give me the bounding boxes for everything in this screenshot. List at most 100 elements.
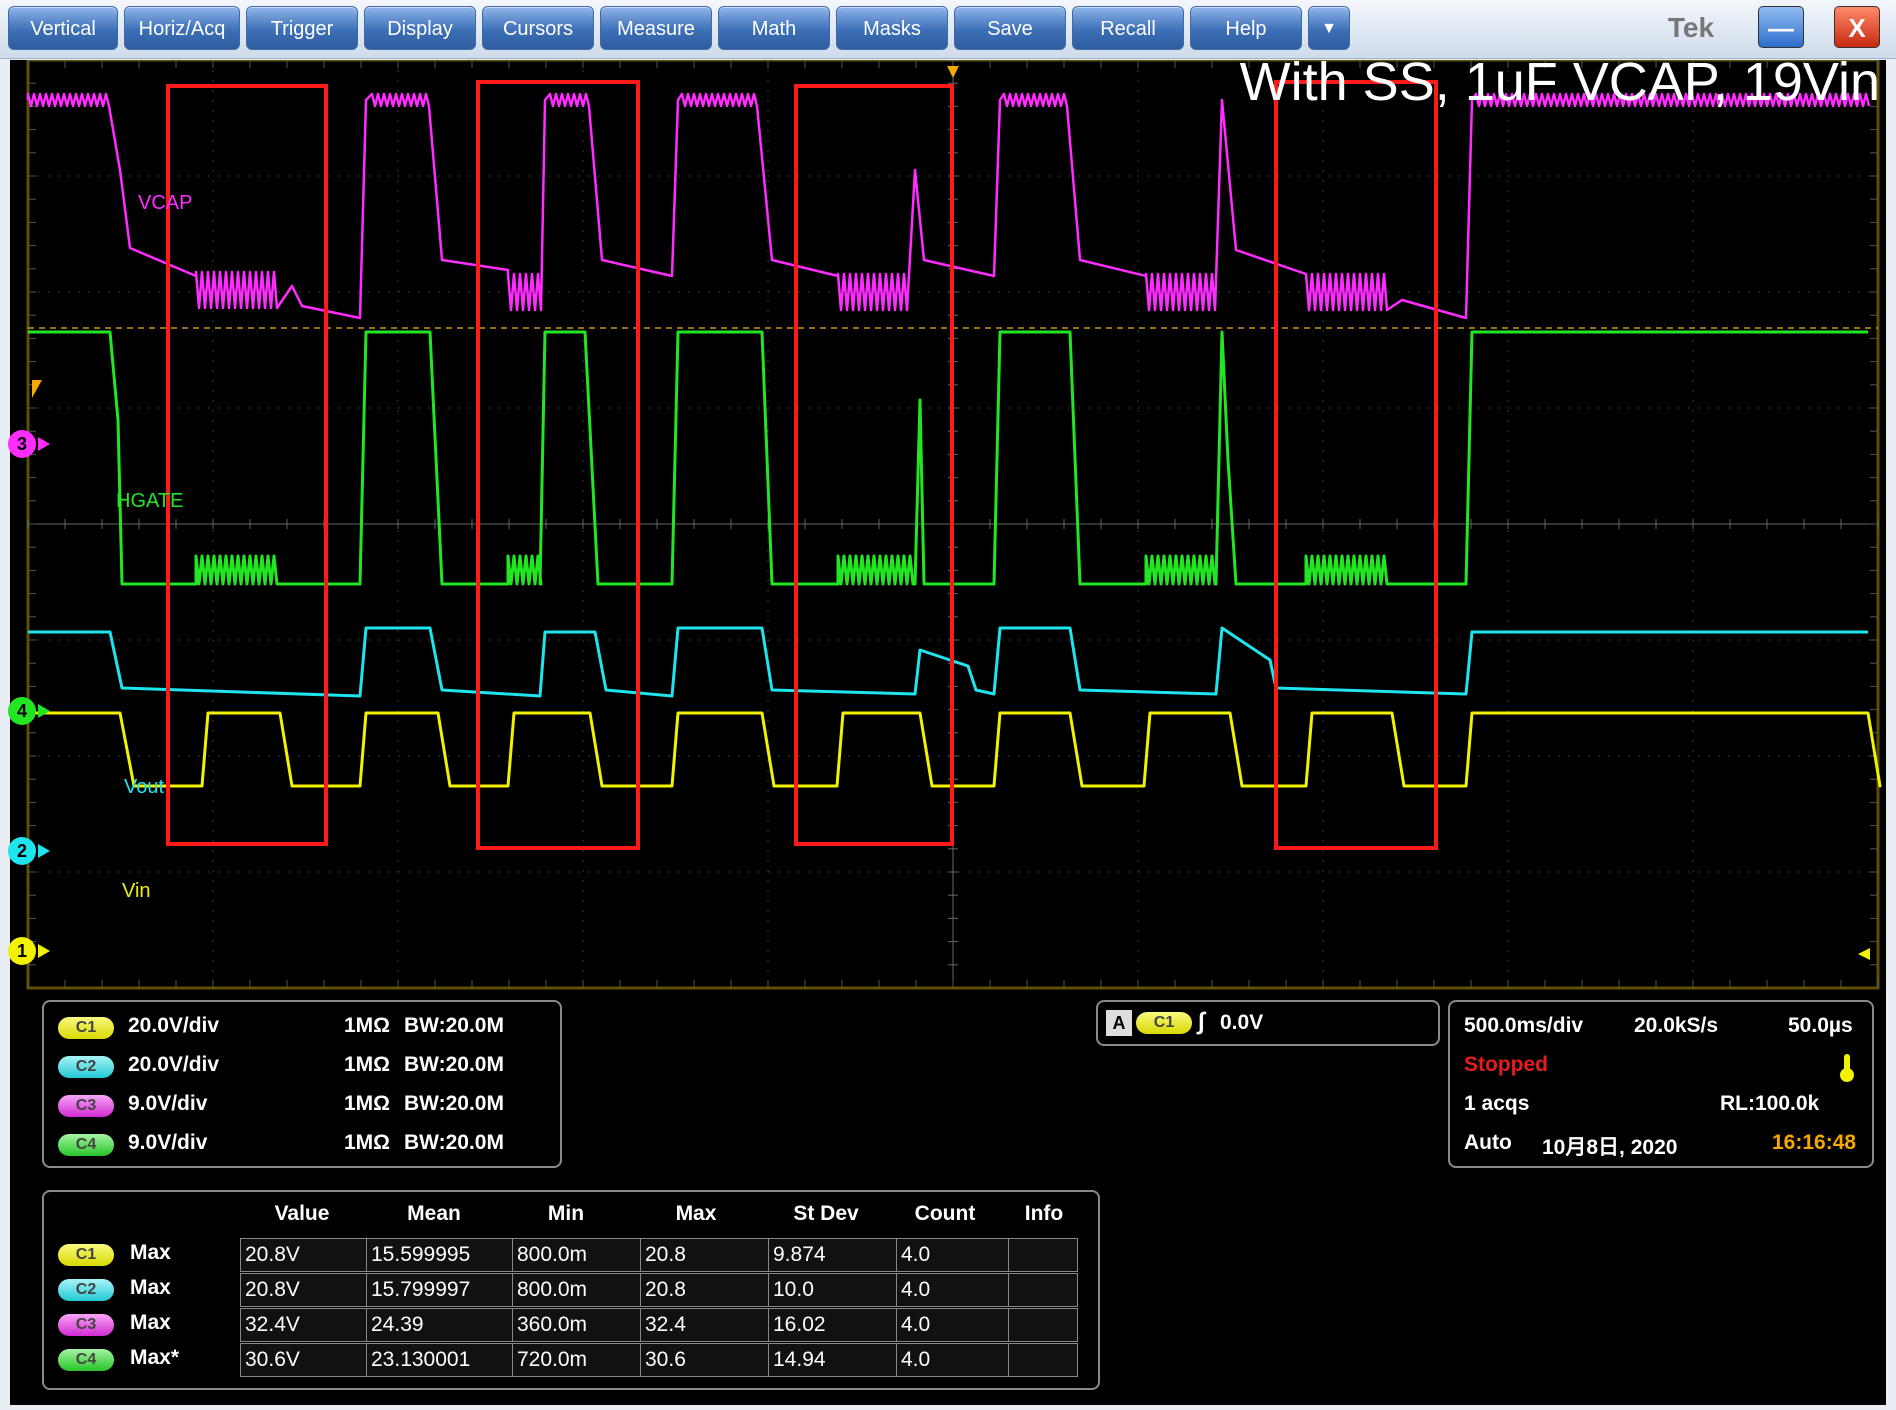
meas-cell: 9.874	[768, 1238, 898, 1272]
menu-masks[interactable]: Masks	[836, 6, 948, 50]
menu-dropdown-button[interactable]: ▼	[1308, 6, 1350, 50]
vout-label: Vout	[124, 776, 165, 798]
timebase: 500.0ms/div	[1464, 1014, 1584, 1037]
col-max: Max	[675, 1202, 717, 1225]
col-count: Count	[914, 1202, 976, 1225]
meas-cell: 15.799997	[366, 1273, 514, 1307]
meas-cell: 30.6	[640, 1343, 770, 1377]
meas-cell: 4.0	[896, 1343, 1010, 1377]
ch4-marker-arrow-icon	[38, 704, 50, 718]
time-resolution: 50.0µs	[1788, 1014, 1853, 1037]
ch2-scale[interactable]: 20.0V/div	[128, 1053, 219, 1077]
menu-save[interactable]: Save	[954, 6, 1066, 50]
meas-cell: 30.6V	[240, 1343, 368, 1377]
ch2-marker[interactable]: 2	[8, 837, 36, 865]
acquisition-panel[interactable]: 500.0ms/div 20.0kS/s 50.0µs Stopped 1 ac…	[1448, 1000, 1874, 1168]
meas-row-type: Max	[130, 1241, 171, 1264]
col-value: Value	[274, 1202, 330, 1225]
ch4-scale[interactable]: 9.0V/div	[128, 1131, 207, 1155]
menu-measure[interactable]: Measure	[600, 6, 712, 50]
acquisition-count: 1 acqs	[1464, 1092, 1530, 1115]
ch2-marker-arrow-icon	[38, 844, 50, 858]
trigger-mode-badge: A	[1106, 1010, 1132, 1036]
meas-cell: 720.0m	[512, 1343, 642, 1377]
ch3-marker-arrow-icon	[38, 437, 50, 451]
meas-row-chip[interactable]: C1	[58, 1244, 114, 1266]
menu-vertical[interactable]: Vertical	[8, 6, 118, 50]
ch3-marker[interactable]: 3	[8, 430, 36, 458]
meas-row-type: Max	[130, 1311, 171, 1334]
ch1-scale[interactable]: 20.0V/div	[128, 1014, 219, 1038]
meas-cell: 4.0	[896, 1273, 1010, 1307]
ch3-chip[interactable]: C3	[58, 1095, 114, 1117]
ch1-bandwidth: BW:20.0M	[404, 1014, 504, 1037]
meas-cell: 32.4	[640, 1308, 770, 1342]
menu-help[interactable]: Help	[1190, 6, 1302, 50]
hgate-label: HGATE	[116, 490, 184, 512]
meas-row-chip[interactable]: C2	[58, 1279, 114, 1301]
col-info: Info	[1024, 1202, 1064, 1225]
trigger-slope-icon: ∫	[1198, 1008, 1205, 1035]
scope-display: With SS, 1uF VCAP, 19Vin VCAP HGATE Vout…	[8, 52, 1886, 1405]
trigger-panel[interactable]: A C1 ∫ 0.0V	[1096, 1000, 1440, 1046]
meas-row-type: Max*	[130, 1346, 180, 1369]
meas-cell: 14.94	[768, 1343, 898, 1377]
col-stdev: St Dev	[793, 1202, 859, 1225]
vcap-label: VCAP	[138, 192, 193, 214]
ch3-bandwidth: BW:20.0M	[404, 1092, 504, 1115]
meas-row-type: Max	[130, 1276, 171, 1299]
ch2-chip[interactable]: C2	[58, 1056, 114, 1078]
meas-cell	[1008, 1308, 1078, 1342]
acquisition-state: Stopped	[1464, 1053, 1548, 1076]
meas-cell: 15.599995	[366, 1238, 514, 1272]
meas-cell	[1008, 1238, 1078, 1272]
meas-cell: 4.0	[896, 1238, 1010, 1272]
menu-cursors[interactable]: Cursors	[482, 6, 594, 50]
acquisition-date: 10月8日, 2020	[1542, 1136, 1678, 1159]
trigger-level: 0.0V	[1220, 1011, 1264, 1034]
meas-cell: 32.4V	[240, 1308, 368, 1342]
overlay-title: With SS, 1uF VCAP, 19Vin	[1239, 52, 1880, 112]
minimize-button[interactable]: —	[1758, 6, 1804, 48]
trigger-auto-mode: Auto	[1464, 1131, 1512, 1154]
meas-cell	[1008, 1343, 1078, 1377]
meas-cell: 20.8	[640, 1238, 770, 1272]
acquisition-time: 16:16:48	[1772, 1131, 1857, 1154]
ch2-impedance: 1MΩ	[344, 1053, 391, 1076]
sample-rate: 20.0kS/s	[1634, 1014, 1719, 1037]
ch1-impedance: 1MΩ	[344, 1014, 391, 1037]
menu-horiz-acq[interactable]: Horiz/Acq	[124, 6, 240, 50]
meas-cell: 4.0	[896, 1308, 1010, 1342]
meas-cell: 23.130001	[366, 1343, 514, 1377]
record-length: RL:100.0k	[1720, 1092, 1820, 1115]
meas-row-chip[interactable]: C3	[58, 1314, 114, 1336]
meas-cell: 800.0m	[512, 1273, 642, 1307]
ch4-impedance: 1MΩ	[344, 1131, 391, 1154]
menu-display[interactable]: Display	[364, 6, 476, 50]
close-button[interactable]: X	[1834, 6, 1880, 48]
trigger-source-chip: C1	[1136, 1012, 1192, 1034]
meas-row-chip[interactable]: C4	[58, 1349, 114, 1371]
ch1-marker-arrow-icon	[38, 944, 50, 958]
vin-label: Vin	[122, 880, 151, 902]
menu-math[interactable]: Math	[718, 6, 830, 50]
thermometer-bulb-icon	[1840, 1068, 1854, 1082]
ch1-marker[interactable]: 1	[8, 937, 36, 965]
ch4-chip[interactable]: C4	[58, 1134, 114, 1156]
ch4-marker[interactable]: 4	[8, 697, 36, 725]
ch1-chip[interactable]: C1	[58, 1017, 114, 1039]
meas-cell: 360.0m	[512, 1308, 642, 1342]
brand-logo: Tek	[1667, 12, 1715, 43]
meas-cell: 800.0m	[512, 1238, 642, 1272]
channel-settings-panel: C1 20.0V/div 1MΩ BW:20.0M C2 20.0V/div 1…	[42, 1000, 562, 1168]
col-min: Min	[547, 1202, 585, 1225]
meas-cell	[1008, 1273, 1078, 1307]
ch2-bandwidth: BW:20.0M	[404, 1053, 504, 1076]
col-mean: Mean	[407, 1202, 461, 1225]
meas-cell: 16.02	[768, 1308, 898, 1342]
menu-trigger[interactable]: Trigger	[246, 6, 358, 50]
ch3-scale[interactable]: 9.0V/div	[128, 1092, 207, 1116]
menu-recall[interactable]: Recall	[1072, 6, 1184, 50]
meas-cell: 20.8V	[240, 1273, 368, 1307]
measurements-panel: Value Mean Min Max St Dev Count Info C1 M…	[42, 1190, 1100, 1390]
